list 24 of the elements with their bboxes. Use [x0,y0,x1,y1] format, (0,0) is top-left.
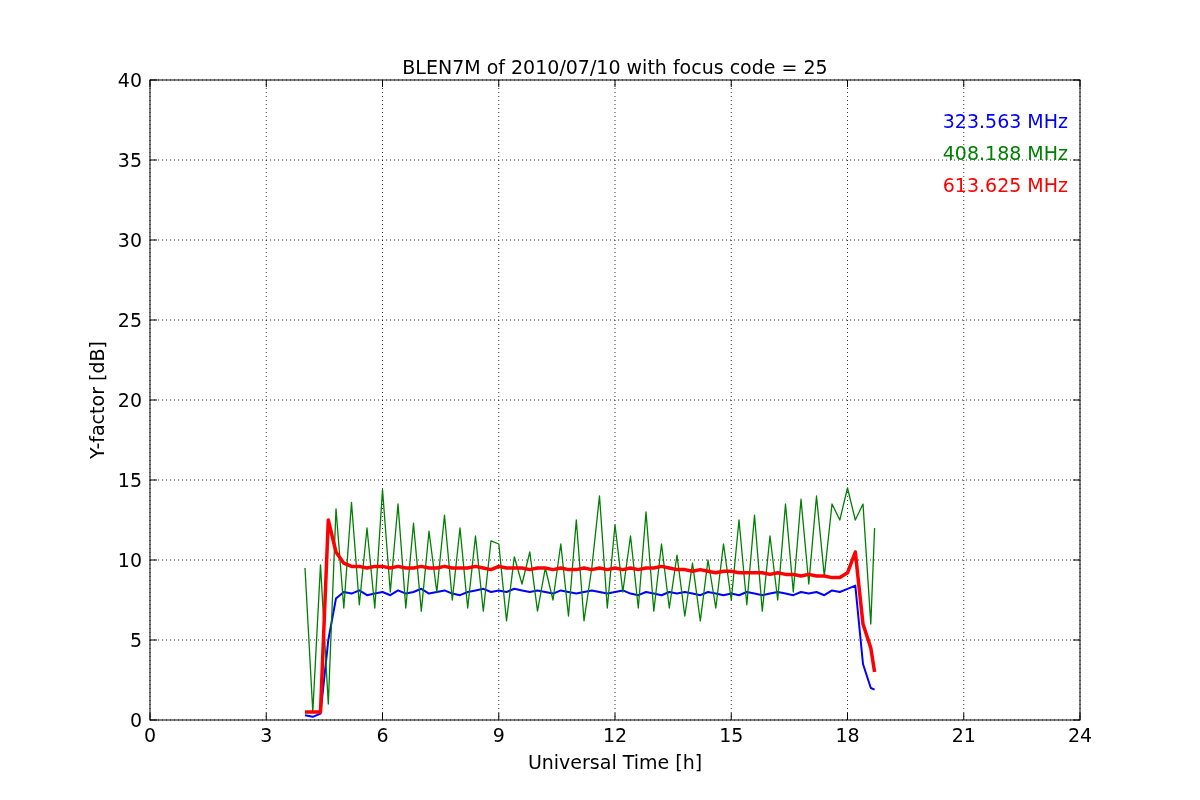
y-tick-label: 30 [117,229,142,251]
x-axis-label: Universal Time [h] [527,751,703,773]
legend-label: 323.563 MHz [942,110,1068,132]
x-tick-label: 24 [1067,724,1093,746]
chart-title: BLEN7M of 2010/07/10 with focus code = 25 [402,56,828,78]
x-tick-label: 21 [951,724,976,746]
x-tick-label: 18 [835,724,860,746]
y-tick-label: 0 [129,709,142,731]
x-tick-label: 0 [143,724,157,746]
y-tick-label: 10 [117,549,142,571]
legend-label: 408.188 MHz [942,142,1068,164]
y-tick-label: 40 [117,69,142,91]
x-tick-label: 3 [260,724,273,746]
y-axis-label: Y-factor [dB] [86,341,108,459]
x-tick-label: 12 [602,724,628,746]
x-tick-label: 6 [376,724,389,746]
y-tick-label: 35 [117,149,142,171]
y-tick-label: 5 [129,629,142,651]
y-tick-label: 25 [117,309,142,331]
legend-label: 613.625 MHz [942,174,1068,196]
y-tick-label: 15 [117,469,142,491]
y-tick-label: 20 [117,389,142,411]
x-tick-label: 15 [719,724,744,746]
x-tick-label: 9 [492,724,505,746]
